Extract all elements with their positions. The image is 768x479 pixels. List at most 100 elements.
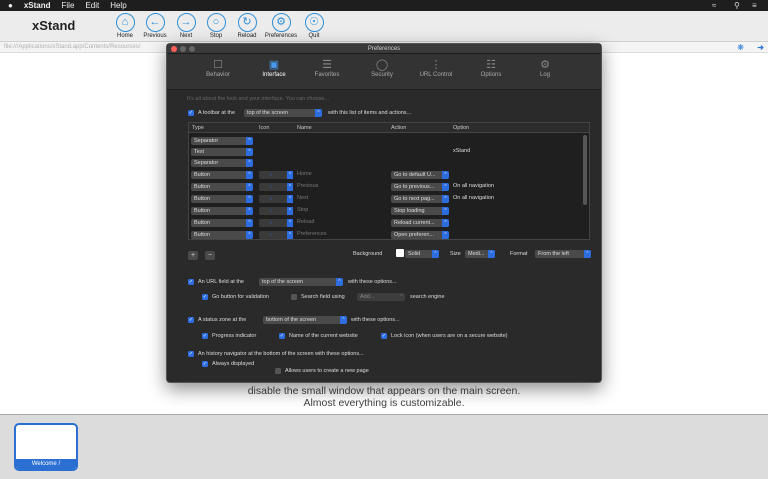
row-name: Reload [297, 219, 315, 225]
go-button-checkbox[interactable]: ✓ [202, 294, 208, 300]
url-field-label: An URL field at the [198, 279, 244, 285]
col-option[interactable]: Option [453, 125, 469, 131]
apple-icon[interactable]: ● [8, 0, 13, 11]
table-row[interactable]: Button ○ Previous Go to previous... On a… [189, 181, 589, 193]
background-label: Background [353, 251, 383, 257]
menu-file[interactable]: File [62, 0, 75, 11]
toolbar-suffix: with this list of items and actions... [328, 110, 412, 116]
page-thumbnail-welcome[interactable]: Welcome / [14, 423, 78, 471]
tab-options[interactable]: ☷ Options [471, 58, 511, 78]
search-field-checkbox[interactable] [291, 294, 297, 300]
go-arrow-icon[interactable]: ➜ [757, 42, 764, 53]
always-displayed-checkbox[interactable]: ✓ [202, 361, 208, 367]
type-select[interactable]: Separator [191, 137, 253, 145]
action-select[interactable]: Go to previous... [391, 183, 449, 191]
table-row[interactable]: Button ○ Home Go to default U... [189, 169, 589, 181]
status-zone-suffix: with these options... [351, 317, 400, 323]
preferences-title: Preferences [167, 44, 601, 54]
icon-select[interactable]: ○ [259, 207, 293, 215]
icon-select[interactable]: ○ [259, 231, 293, 239]
wifi-icon[interactable]: ≈ [712, 0, 716, 11]
icon-select[interactable]: ○ [259, 183, 293, 191]
row-name: Home [297, 171, 312, 177]
go-button-label: Go button for validation [212, 294, 269, 300]
url-field-checkbox[interactable]: ✓ [188, 279, 194, 285]
status-zone-label: A status zone at the [198, 317, 247, 323]
action-select[interactable]: Go to default U... [391, 171, 449, 179]
lock-icon-label: Lock icon (when users are on a secure we… [391, 333, 508, 339]
search-engine-select[interactable]: Add... [357, 293, 405, 301]
type-select[interactable]: Button [191, 219, 253, 227]
add-row-button[interactable]: + [188, 251, 198, 260]
action-select[interactable]: Open preferen... [391, 231, 449, 239]
quit-button[interactable]: ☉ Quit [292, 13, 336, 39]
format-label: Format [510, 251, 528, 257]
search-icon[interactable]: ⚲ [734, 0, 740, 11]
tab-url-control[interactable]: ⋮ URL Control [416, 58, 456, 78]
tab-favorites[interactable]: ☰ Favorites [307, 58, 347, 78]
toolbar-checkbox[interactable]: ✓ [188, 110, 194, 116]
allow-new-page-checkbox[interactable] [275, 368, 281, 374]
table-row[interactable]: Button ○ Next Go to next pag... On all n… [189, 193, 589, 205]
icon-select[interactable]: ○ [259, 219, 293, 227]
site-name-checkbox[interactable]: ✓ [279, 333, 285, 339]
site-name-label: Name of the current website [289, 333, 358, 339]
col-action[interactable]: Action [391, 125, 406, 131]
table-row[interactable]: Button ○ Stop Stop loading [189, 205, 589, 217]
tab-security[interactable]: ◯ Security [362, 58, 402, 78]
preferences-tabs: ☐ Behavior ▣ Interface ☰ Favorites ◯ Sec… [167, 54, 601, 90]
col-type[interactable]: Type [192, 125, 204, 131]
reload-icon: ↻ [237, 13, 257, 32]
col-icon[interactable]: Icon [259, 125, 269, 131]
control-center-icon[interactable]: ≡ [752, 0, 757, 11]
close-icon[interactable] [171, 46, 177, 52]
type-select[interactable]: Button [191, 207, 253, 215]
background-color-swatch[interactable] [396, 249, 404, 257]
welcome-line-2: Almost everything is customizable. [303, 397, 465, 409]
url-text[interactable]: file:///Applications/xStand.app/Contents… [4, 44, 140, 50]
icon-select[interactable]: ○ [259, 171, 293, 179]
type-select[interactable]: Text [191, 148, 253, 156]
action-select[interactable]: Go to next pag... [391, 195, 449, 203]
url-field-position-select[interactable]: top of the screen [259, 278, 343, 286]
table-scrollbar[interactable] [583, 135, 587, 205]
tab-log[interactable]: ⚙ Log [525, 58, 565, 78]
icon-select[interactable]: ○ [259, 195, 293, 203]
toolbar-label: A toolbar at the [198, 110, 235, 116]
table-row[interactable]: Separator [189, 157, 589, 169]
toolbar-position-select[interactable]: top of the screen [244, 109, 322, 117]
lock-icon-checkbox[interactable]: ✓ [381, 333, 387, 339]
row-name: Stop [297, 207, 309, 213]
status-zone-checkbox[interactable]: ✓ [188, 317, 194, 323]
toolbar-items-table[interactable]: Type Icon Name Action Option Separator T… [188, 122, 590, 240]
col-name[interactable]: Name [297, 125, 312, 131]
format-select[interactable]: From the left [535, 250, 591, 258]
action-select[interactable]: Reload current... [391, 219, 449, 227]
remove-row-button[interactable]: − [205, 251, 215, 260]
tab-interface[interactable]: ▣ Interface [254, 58, 294, 78]
window-icon: ▣ [268, 59, 280, 71]
zoom-icon[interactable] [189, 46, 195, 52]
tab-behavior[interactable]: ☐ Behavior [198, 58, 238, 78]
gear-icon: ⚙ [271, 13, 291, 32]
app-title: xStand [32, 18, 76, 33]
welcome-text: disable the small window that appears on… [0, 385, 768, 409]
type-select[interactable]: Separator [191, 159, 253, 167]
history-checkbox[interactable]: ✓ [188, 351, 194, 357]
allow-new-page-label: Allows users to create a new page [285, 368, 369, 374]
background-select[interactable]: Solid [405, 250, 439, 258]
progress-indicator-checkbox[interactable]: ✓ [202, 333, 208, 339]
type-select[interactable]: Button [191, 183, 253, 191]
menu-edit[interactable]: Edit [85, 0, 99, 11]
type-select[interactable]: Button [191, 171, 253, 179]
table-row[interactable]: Button ○ Preferences Open preferen... [189, 229, 589, 239]
status-zone-position-select[interactable]: bottom of the screen [263, 316, 347, 324]
type-select[interactable]: Button [191, 195, 253, 203]
minimize-icon[interactable] [180, 46, 186, 52]
menu-app-name[interactable]: xStand [24, 0, 51, 11]
size-select[interactable]: Medi... [465, 250, 495, 258]
menu-help[interactable]: Help [110, 0, 126, 11]
table-row[interactable]: Button ○ Reload Reload current... [189, 217, 589, 229]
type-select[interactable]: Button [191, 231, 253, 239]
action-select[interactable]: Stop loading [391, 207, 449, 215]
